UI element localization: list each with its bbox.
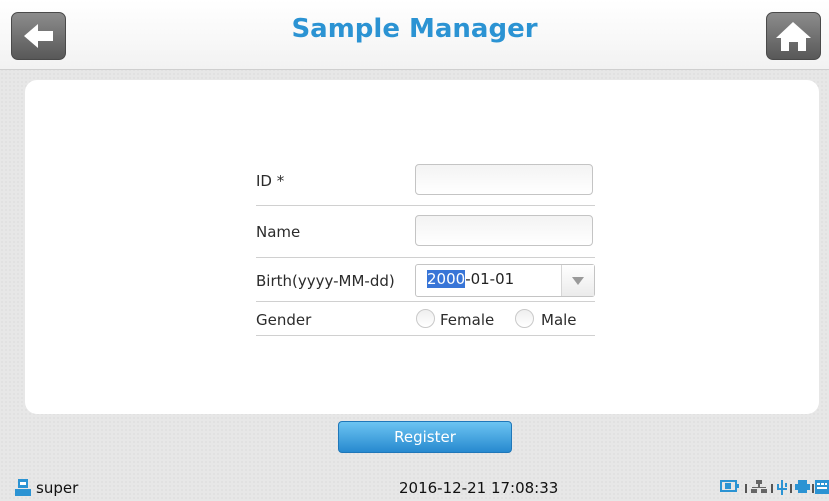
gender-female-label[interactable]: Female	[440, 311, 494, 329]
header-bar: Sample Manager	[0, 0, 829, 70]
gender-label: Gender	[256, 311, 312, 329]
birth-date-value[interactable]: 2000-01-01	[427, 270, 514, 288]
network-icon	[751, 480, 767, 493]
row-divider	[256, 257, 595, 258]
id-label: ID *	[256, 172, 285, 190]
home-button[interactable]	[766, 12, 821, 60]
birth-date-picker[interactable]: 2000-01-01	[415, 264, 595, 297]
usb-icon	[777, 480, 787, 495]
battery-icon	[720, 480, 739, 492]
printer-icon	[795, 480, 810, 493]
tray-separator	[771, 484, 773, 493]
name-label: Name	[256, 223, 301, 241]
gender-male-radio[interactable]	[515, 309, 534, 328]
tray-separator	[745, 484, 747, 493]
row-divider	[256, 301, 595, 302]
register-button[interactable]: Register	[338, 421, 512, 453]
user-icon	[15, 479, 31, 496]
tray-separator	[812, 484, 814, 493]
clock: 2016-12-21 17:08:33	[399, 479, 559, 497]
keyboard-icon	[815, 480, 829, 494]
gender-female-radio[interactable]	[416, 309, 435, 328]
birth-year-selected: 2000	[427, 270, 466, 288]
row-divider	[256, 205, 595, 206]
gender-male-label[interactable]: Male	[541, 311, 577, 329]
status-bar: super 2016-12-21 17:08:33	[0, 467, 829, 501]
row-divider	[256, 335, 595, 336]
birth-label: Birth(yyyy-MM-dd)	[256, 272, 395, 290]
chevron-down-icon	[572, 277, 584, 285]
id-input[interactable]	[415, 164, 593, 195]
home-icon	[776, 22, 811, 51]
name-input[interactable]	[415, 215, 593, 246]
form-card	[25, 80, 819, 414]
tray-separator	[790, 484, 792, 493]
current-user: super	[36, 479, 79, 497]
date-dropdown-button[interactable]	[561, 265, 594, 296]
page-title: Sample Manager	[291, 14, 538, 44]
birth-month-day: -01-01	[465, 270, 515, 288]
